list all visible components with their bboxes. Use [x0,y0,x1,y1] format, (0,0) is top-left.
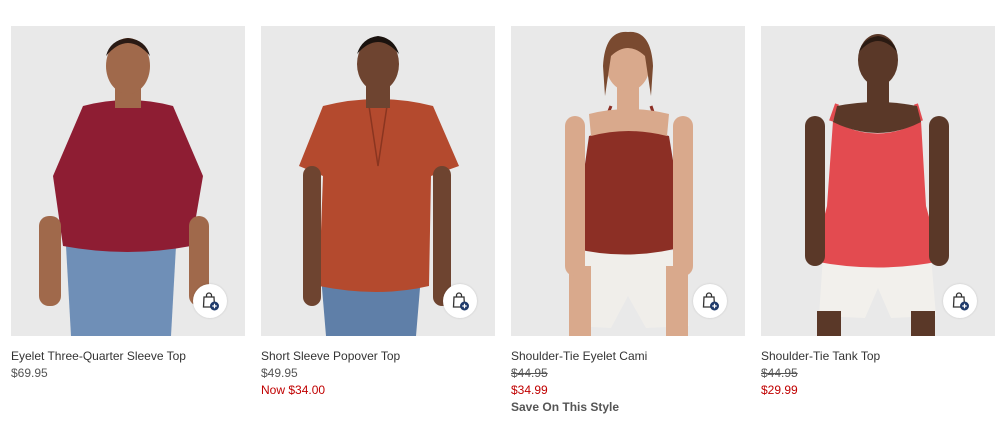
product-card: Eyelet Three-Quarter Sleeve Top $69.95 [11,26,245,382]
product-card: Shoulder-Tie Tank Top $44.95 $29.99 [761,26,995,399]
add-to-bag-icon [702,292,719,311]
sale-price: $34.99 [511,383,548,397]
add-to-bag-button[interactable] [943,284,977,318]
product-image[interactable] [261,26,495,336]
product-price: $69.95 [11,366,48,380]
add-to-bag-icon [452,292,469,311]
add-to-bag-button[interactable] [193,284,227,318]
product-info: Short Sleeve Popover Top $49.95 Now $34.… [261,336,495,399]
product-info: Eyelet Three-Quarter Sleeve Top $69.95 [11,336,245,382]
add-to-bag-button[interactable] [693,284,727,318]
promo-message: Save On This Style [511,400,620,414]
sale-price: Now $34.00 [261,383,326,397]
product-image[interactable] [11,26,245,336]
sale-price: $29.99 [761,383,798,397]
add-to-bag-icon [952,292,969,311]
product-name-link[interactable]: Eyelet Three-Quarter Sleeve Top [11,348,245,365]
product-info: Shoulder-Tie Eyelet Cami $44.95 $34.99 S… [511,336,745,416]
product-card: Shoulder-Tie Eyelet Cami $44.95 $34.99 S… [511,26,745,416]
product-price: $49.95 [261,366,298,380]
add-to-bag-button[interactable] [443,284,477,318]
product-card: Short Sleeve Popover Top $49.95 Now $34.… [261,26,495,399]
original-price: $44.95 [761,366,798,380]
product-image[interactable] [761,26,995,336]
original-price: $44.95 [511,366,548,380]
product-name-link[interactable]: Short Sleeve Popover Top [261,348,495,365]
product-name-link[interactable]: Shoulder-Tie Tank Top [761,348,995,365]
product-name-link[interactable]: Shoulder-Tie Eyelet Cami [511,348,745,365]
product-info: Shoulder-Tie Tank Top $44.95 $29.99 [761,336,995,399]
product-grid: Eyelet Three-Quarter Sleeve Top $69.95 S… [0,0,1005,421]
add-to-bag-icon [202,292,219,311]
product-image[interactable] [511,26,745,336]
